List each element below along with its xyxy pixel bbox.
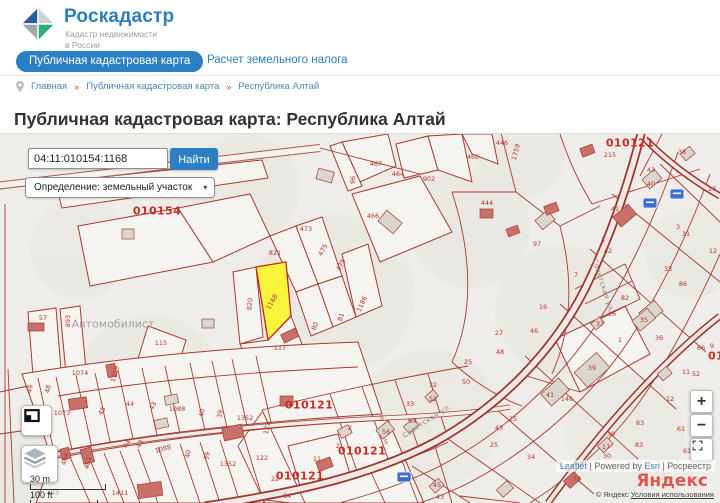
leaflet-link[interactable]: Leaflet bbox=[560, 461, 587, 471]
scale-bar: 30 m 100 ft bbox=[30, 474, 106, 503]
attribution-separator: | bbox=[662, 461, 665, 471]
tab-public-map[interactable]: Публичная кадастровая карта bbox=[16, 51, 204, 72]
breadcrumb-separator: » bbox=[226, 81, 232, 92]
terms-link[interactable]: Условия использования bbox=[631, 490, 714, 499]
rosreestr-label: Росреестр bbox=[667, 461, 711, 471]
extent-icon bbox=[24, 409, 40, 423]
breadcrumb-separator: » bbox=[74, 81, 80, 92]
yandex-logo: Яндекс bbox=[636, 471, 708, 491]
attribution-separator: | bbox=[589, 461, 592, 471]
powered-by-label: Powered by bbox=[594, 461, 642, 471]
page-title: Публичная кадастровая карта: Республика … bbox=[14, 108, 446, 129]
search-input[interactable] bbox=[28, 148, 168, 169]
chevron-down-icon: ▾ bbox=[203, 183, 208, 192]
extent-button[interactable] bbox=[21, 405, 52, 436]
map-container: 01015401012101012101012101012101Автомоби… bbox=[0, 133, 720, 503]
scale-imperial-label: 100 ft bbox=[30, 490, 53, 500]
layers-icon bbox=[23, 448, 47, 469]
site-header: Роскадастр Кадастр недвижимости в России bbox=[0, 0, 720, 51]
yandex-attribution: © Яндекс Условия использования bbox=[596, 490, 714, 499]
breadcrumb-home[interactable]: Главная bbox=[31, 81, 67, 92]
roskadastr-logo-icon bbox=[19, 5, 57, 43]
zoom-in-button[interactable]: + bbox=[690, 390, 713, 413]
tab-land-tax[interactable]: Расчет земельного налога bbox=[207, 54, 348, 66]
yandex-copyright: © Яндекс bbox=[595, 490, 629, 499]
scale-metric-label: 30 m bbox=[30, 474, 51, 484]
zoom-out-button[interactable]: − bbox=[690, 414, 713, 437]
object-type-dropdown[interactable]: Определение: земельный участок ▾ bbox=[25, 177, 216, 198]
fullscreen-button[interactable] bbox=[690, 438, 713, 461]
esri-link[interactable]: Esri bbox=[644, 461, 660, 471]
search-button[interactable]: Найти bbox=[170, 148, 218, 170]
main-nav: Публичная кадастровая карта Расчет земел… bbox=[0, 50, 720, 76]
breadcrumb: Главная » Публичная кадастровая карта » … bbox=[16, 81, 319, 92]
object-type-label: Определение: земельный участок bbox=[34, 182, 193, 193]
fullscreen-icon bbox=[692, 440, 703, 451]
location-pin-icon bbox=[16, 81, 24, 92]
breadcrumb-region[interactable]: Республика Алтай bbox=[238, 81, 319, 92]
breadcrumb-public-map[interactable]: Публичная кадастровая карта bbox=[86, 81, 219, 92]
brand-tagline: Кадастр недвижимости в России bbox=[65, 29, 157, 51]
brand-name: Роскадастр bbox=[64, 6, 175, 27]
